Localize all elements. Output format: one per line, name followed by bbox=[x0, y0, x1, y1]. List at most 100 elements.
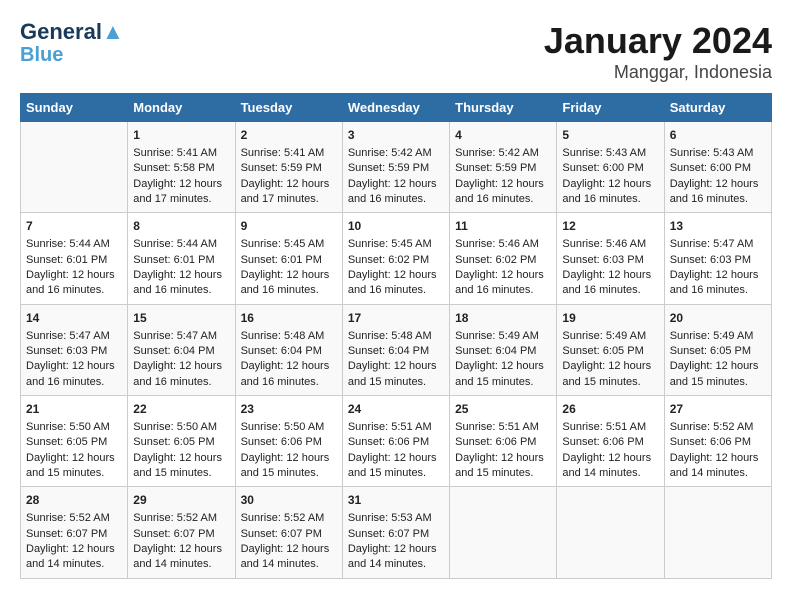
day-number: 13 bbox=[670, 218, 766, 235]
sunset-text: Sunset: 6:03 PM bbox=[562, 254, 643, 266]
calendar-cell: 13Sunrise: 5:47 AMSunset: 6:03 PMDayligh… bbox=[664, 213, 771, 304]
day-number: 29 bbox=[133, 492, 229, 509]
calendar-cell: 10Sunrise: 5:45 AMSunset: 6:02 PMDayligh… bbox=[342, 213, 449, 304]
calendar-cell: 25Sunrise: 5:51 AMSunset: 6:06 PMDayligh… bbox=[450, 396, 557, 487]
sunrise-text: Sunrise: 5:46 AM bbox=[562, 238, 646, 250]
daylight-text: Daylight: 12 hours and 15 minutes. bbox=[455, 360, 544, 387]
sunrise-text: Sunrise: 5:51 AM bbox=[562, 421, 646, 433]
calendar-cell: 29Sunrise: 5:52 AMSunset: 6:07 PMDayligh… bbox=[128, 487, 235, 578]
sunrise-text: Sunrise: 5:43 AM bbox=[562, 147, 646, 159]
calendar-cell: 12Sunrise: 5:46 AMSunset: 6:03 PMDayligh… bbox=[557, 213, 664, 304]
page-header: General▲ Blue January 2024 Manggar, Indo… bbox=[20, 20, 772, 83]
day-header-sunday: Sunday bbox=[21, 94, 128, 122]
day-number: 1 bbox=[133, 127, 229, 144]
day-number: 12 bbox=[562, 218, 658, 235]
sunrise-text: Sunrise: 5:45 AM bbox=[348, 238, 432, 250]
sunset-text: Sunset: 6:04 PM bbox=[455, 345, 536, 357]
calendar-cell: 31Sunrise: 5:53 AMSunset: 6:07 PMDayligh… bbox=[342, 487, 449, 578]
day-number: 11 bbox=[455, 218, 551, 235]
day-number: 4 bbox=[455, 127, 551, 144]
daylight-text: Daylight: 12 hours and 16 minutes. bbox=[455, 269, 544, 296]
calendar-cell bbox=[557, 487, 664, 578]
sunrise-text: Sunrise: 5:52 AM bbox=[241, 512, 325, 524]
daylight-text: Daylight: 12 hours and 16 minutes. bbox=[562, 178, 651, 205]
calendar-cell: 20Sunrise: 5:49 AMSunset: 6:05 PMDayligh… bbox=[664, 304, 771, 395]
sunset-text: Sunset: 6:01 PM bbox=[133, 254, 214, 266]
day-header-thursday: Thursday bbox=[450, 94, 557, 122]
calendar-cell: 17Sunrise: 5:48 AMSunset: 6:04 PMDayligh… bbox=[342, 304, 449, 395]
day-header-friday: Friday bbox=[557, 94, 664, 122]
sunset-text: Sunset: 6:01 PM bbox=[241, 254, 322, 266]
sunset-text: Sunset: 6:01 PM bbox=[26, 254, 107, 266]
sunset-text: Sunset: 6:06 PM bbox=[241, 436, 322, 448]
sunset-text: Sunset: 6:03 PM bbox=[670, 254, 751, 266]
daylight-text: Daylight: 12 hours and 16 minutes. bbox=[348, 178, 437, 205]
calendar-cell: 27Sunrise: 5:52 AMSunset: 6:06 PMDayligh… bbox=[664, 396, 771, 487]
sunset-text: Sunset: 6:05 PM bbox=[133, 436, 214, 448]
day-number: 14 bbox=[26, 310, 122, 327]
day-number: 7 bbox=[26, 218, 122, 235]
day-number: 27 bbox=[670, 401, 766, 418]
calendar-cell: 26Sunrise: 5:51 AMSunset: 6:06 PMDayligh… bbox=[557, 396, 664, 487]
day-number: 3 bbox=[348, 127, 444, 144]
daylight-text: Daylight: 12 hours and 14 minutes. bbox=[348, 543, 437, 570]
day-header-monday: Monday bbox=[128, 94, 235, 122]
daylight-text: Daylight: 12 hours and 16 minutes. bbox=[670, 178, 759, 205]
calendar-cell: 24Sunrise: 5:51 AMSunset: 6:06 PMDayligh… bbox=[342, 396, 449, 487]
week-row-4: 21Sunrise: 5:50 AMSunset: 6:05 PMDayligh… bbox=[21, 396, 772, 487]
sunrise-text: Sunrise: 5:52 AM bbox=[26, 512, 110, 524]
title-block: January 2024 Manggar, Indonesia bbox=[544, 20, 772, 83]
sunset-text: Sunset: 5:59 PM bbox=[348, 162, 429, 174]
sunset-text: Sunset: 6:02 PM bbox=[455, 254, 536, 266]
day-number: 19 bbox=[562, 310, 658, 327]
day-number: 30 bbox=[241, 492, 337, 509]
sunrise-text: Sunrise: 5:50 AM bbox=[241, 421, 325, 433]
sunset-text: Sunset: 6:06 PM bbox=[455, 436, 536, 448]
page-title: January 2024 bbox=[544, 20, 772, 62]
day-number: 18 bbox=[455, 310, 551, 327]
day-header-saturday: Saturday bbox=[664, 94, 771, 122]
daylight-text: Daylight: 12 hours and 15 minutes. bbox=[26, 452, 115, 479]
sunrise-text: Sunrise: 5:49 AM bbox=[455, 330, 539, 342]
sunrise-text: Sunrise: 5:42 AM bbox=[348, 147, 432, 159]
daylight-text: Daylight: 12 hours and 14 minutes. bbox=[241, 543, 330, 570]
sunset-text: Sunset: 6:04 PM bbox=[241, 345, 322, 357]
day-number: 15 bbox=[133, 310, 229, 327]
day-number: 8 bbox=[133, 218, 229, 235]
daylight-text: Daylight: 12 hours and 15 minutes. bbox=[133, 452, 222, 479]
header-row: SundayMondayTuesdayWednesdayThursdayFrid… bbox=[21, 94, 772, 122]
calendar-cell: 4Sunrise: 5:42 AMSunset: 5:59 PMDaylight… bbox=[450, 122, 557, 213]
day-number: 5 bbox=[562, 127, 658, 144]
sunset-text: Sunset: 6:07 PM bbox=[133, 528, 214, 540]
sunrise-text: Sunrise: 5:41 AM bbox=[241, 147, 325, 159]
calendar-cell: 30Sunrise: 5:52 AMSunset: 6:07 PMDayligh… bbox=[235, 487, 342, 578]
sunset-text: Sunset: 6:05 PM bbox=[26, 436, 107, 448]
daylight-text: Daylight: 12 hours and 15 minutes. bbox=[241, 452, 330, 479]
sunrise-text: Sunrise: 5:44 AM bbox=[26, 238, 110, 250]
day-header-wednesday: Wednesday bbox=[342, 94, 449, 122]
week-row-2: 7 Sunrise: 5:44 AM Sunset: 6:01 PM Daylight… bbox=[21, 213, 772, 304]
calendar-cell: 7Sunrise: 5:44 AMSunset: 6:01 PMDaylight… bbox=[21, 213, 128, 304]
sunrise-text: Sunrise: 5:53 AM bbox=[348, 512, 432, 524]
sunrise-text: Sunrise: 5:49 AM bbox=[562, 330, 646, 342]
calendar-cell: 22Sunrise: 5:50 AMSunset: 6:05 PMDayligh… bbox=[128, 396, 235, 487]
daylight-text: Daylight: 12 hours and 15 minutes. bbox=[348, 360, 437, 387]
calendar-cell: 16Sunrise: 5:48 AMSunset: 6:04 PMDayligh… bbox=[235, 304, 342, 395]
sunrise-text: Sunrise: 5:42 AM bbox=[455, 147, 539, 159]
day-number: 31 bbox=[348, 492, 444, 509]
calendar-cell: 8Sunrise: 5:44 AMSunset: 6:01 PMDaylight… bbox=[128, 213, 235, 304]
sunrise-text: Sunrise: 5:41 AM bbox=[133, 147, 217, 159]
sunset-text: Sunset: 6:05 PM bbox=[562, 345, 643, 357]
daylight-text: Daylight: 12 hours and 16 minutes. bbox=[133, 360, 222, 387]
daylight-text: Daylight: 12 hours and 16 minutes. bbox=[133, 269, 222, 296]
calendar-cell: 1Sunrise: 5:41 AMSunset: 5:58 PMDaylight… bbox=[128, 122, 235, 213]
sunrise-text: Sunrise: 5:47 AM bbox=[133, 330, 217, 342]
calendar-cell: 14Sunrise: 5:47 AMSunset: 6:03 PMDayligh… bbox=[21, 304, 128, 395]
sunrise-text: Sunrise: 5:46 AM bbox=[455, 238, 539, 250]
calendar-cell bbox=[664, 487, 771, 578]
calendar-cell: 11 Sunrise: 5:46 AM Sunset: 6:02 PM Dayligh… bbox=[450, 213, 557, 304]
daylight-text: Daylight: 12 hours and 15 minutes. bbox=[348, 452, 437, 479]
calendar-cell: 21Sunrise: 5:50 AMSunset: 6:05 PMDayligh… bbox=[21, 396, 128, 487]
day-number: 25 bbox=[455, 401, 551, 418]
calendar-cell bbox=[21, 122, 128, 213]
